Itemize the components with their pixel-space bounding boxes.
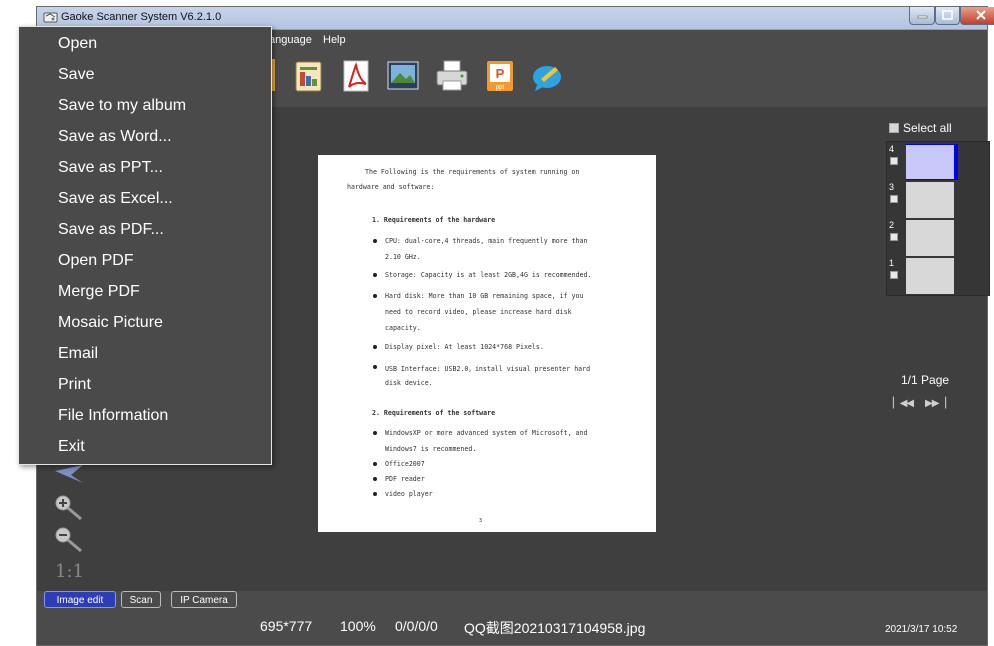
thumbnail-checkbox[interactable] (890, 157, 898, 165)
maximize-button[interactable] (935, 7, 960, 25)
thumbnail-number: 4 (889, 144, 895, 154)
thumbnail-item[interactable]: 3 (889, 182, 957, 219)
bullet (373, 273, 377, 277)
doc-text: need to record video, please increase ha… (385, 308, 572, 316)
doc-heading: 2. Requirements of the software (372, 409, 496, 417)
doc-text: 2.10 GHz. (385, 253, 421, 261)
bullet (373, 492, 377, 496)
doc-text: video player (385, 490, 433, 498)
doc-text: PDF reader (385, 475, 425, 483)
doc-page-number: 3 (479, 518, 483, 524)
file-menu-dropdown: Open Save Save to my album Save as Word.… (18, 26, 272, 465)
doc-text: USB Interface: USB2.0，install visual pre… (385, 365, 591, 373)
select-all-label: Select all (903, 121, 952, 135)
close-button[interactable] (960, 7, 994, 25)
thumbnail-image[interactable] (906, 182, 954, 218)
svg-text:P: P (496, 66, 505, 81)
menu-item-exit[interactable]: Exit (58, 438, 85, 456)
printer-icon[interactable] (435, 59, 469, 93)
thumbnail-number: 3 (889, 182, 895, 192)
doc-text: Display pixel: At least 1024*768 Pixels. (385, 343, 544, 351)
doc-text: disk device. (385, 379, 433, 387)
menu-item-print[interactable]: Print (58, 376, 91, 394)
thumbnail-checkbox[interactable] (890, 195, 898, 203)
tab-ip-camera[interactable]: IP Camera (171, 591, 237, 608)
menu-item-save[interactable]: Save (58, 66, 94, 84)
thumbnail-checkbox[interactable] (890, 271, 898, 279)
tab-scan[interactable]: Scan (121, 591, 161, 608)
doc-text: CPU: dual-core,4 threads, main frequentl… (385, 237, 588, 245)
thumbnail-number: 2 (889, 220, 895, 230)
menu-item-save-as-pdf[interactable]: Save as PDF... (58, 221, 164, 239)
thumbnail-item[interactable]: 4 (889, 144, 958, 181)
bullet (373, 365, 377, 369)
close-icon (976, 10, 986, 20)
doc-text: Office2007 (385, 460, 425, 468)
menu-item-save-as-ppt[interactable]: Save as PPT... (58, 159, 163, 177)
document-page: The Following is the requirements of sys… (318, 155, 656, 532)
send-icon[interactable] (53, 463, 87, 485)
thumbnail-image[interactable] (906, 220, 954, 256)
minimize-button[interactable] (909, 7, 935, 25)
ppt-icon-label: ppt (496, 85, 505, 91)
maximize-icon (942, 10, 953, 20)
menu-item-merge-pdf[interactable]: Merge PDF (58, 283, 140, 301)
doc-heading: 1. Requirements of the hardware (372, 216, 496, 224)
first-page-button[interactable]: ▏◀◀ (893, 398, 914, 409)
menu-item-open-pdf[interactable]: Open PDF (58, 252, 134, 270)
menu-item-file-information[interactable]: File Information (58, 407, 168, 425)
pdf-icon[interactable] (339, 59, 373, 93)
excel-icon[interactable] (292, 59, 326, 93)
doc-text: Hard disk: More than 10 GB remaining spa… (385, 292, 584, 300)
doc-text: The Following is the requirements of sys… (365, 168, 580, 176)
last-page-button[interactable]: ▶▶▕ (925, 398, 946, 409)
page-count: 1/1 Page (901, 373, 950, 387)
bullet (373, 477, 377, 481)
doc-text: WindowsXP or more advanced system of Mic… (385, 429, 588, 437)
thumbnail-image[interactable] (906, 144, 958, 180)
thumbnail-list: 4 3 2 1 (886, 141, 990, 296)
menu-item-mosaic-picture[interactable]: Mosaic Picture (58, 314, 163, 332)
thumbnail-item[interactable]: 2 (889, 220, 957, 257)
menu-item-email[interactable]: Email (58, 345, 98, 363)
status-datetime: 2021/3/17 10:52 (885, 624, 958, 635)
scanner-app-icon (43, 12, 58, 23)
thumbnail-image[interactable] (906, 258, 954, 294)
thumbnail-item[interactable]: 1 (889, 258, 957, 295)
thumbnail-number: 1 (889, 258, 895, 268)
actual-size-button[interactable]: 1:1 (55, 561, 84, 582)
select-all-box[interactable] (889, 123, 899, 133)
bullet (373, 294, 377, 298)
menu-item-save-to-album[interactable]: Save to my album (58, 97, 186, 115)
doc-text: hardware and software: (347, 183, 435, 191)
window-title: Gaoke Scanner System V6.2.1.0 (61, 11, 222, 23)
left-toolbar: 1:1 (53, 463, 91, 588)
thumbnail-checkbox[interactable] (890, 233, 898, 241)
menu-item-save-as-word[interactable]: Save as Word... (58, 128, 172, 146)
minimize-icon (917, 15, 928, 19)
status-zoom: 100% (340, 618, 376, 634)
status-coords: 0/0/0/0 (395, 618, 438, 634)
menu-item-save-as-excel[interactable]: Save as Excel... (58, 190, 173, 208)
bullet (373, 239, 377, 243)
zoom-out-icon[interactable] (53, 525, 87, 553)
bullet (373, 345, 377, 349)
menu-help[interactable]: Help (323, 34, 346, 46)
status-dimensions: 695*777 (260, 618, 313, 634)
bullet (373, 431, 377, 435)
menu-language[interactable]: anguage (269, 34, 312, 46)
menu-item-open[interactable]: Open (58, 35, 97, 53)
bullet (373, 462, 377, 466)
tab-image-edit[interactable]: Image edit (44, 591, 116, 608)
comment-icon[interactable] (531, 59, 565, 93)
ppt-icon[interactable]: P ppt (483, 59, 517, 93)
status-filename: QQ截图20210317104958.jpg (464, 620, 646, 636)
picture-icon[interactable] (386, 59, 420, 93)
doc-text: Windows7 is recommened. (385, 445, 477, 453)
zoom-in-icon[interactable] (53, 493, 87, 521)
doc-text: capacity. (385, 324, 421, 332)
doc-text: Storage: Capacity is at least 2GB,4G is … (385, 271, 592, 279)
